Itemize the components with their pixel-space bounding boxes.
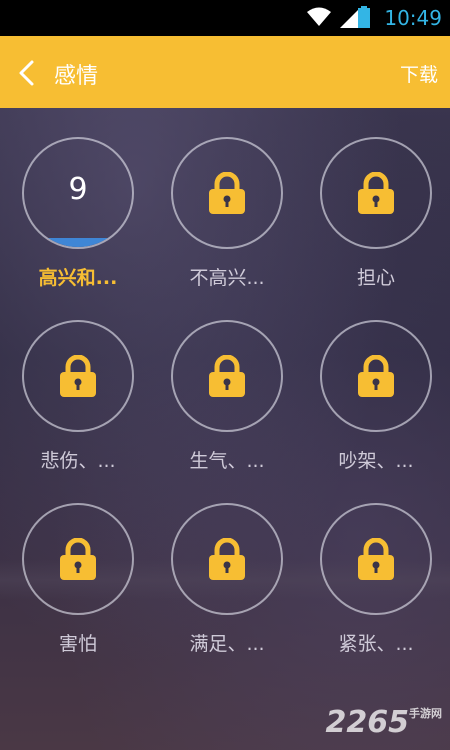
category-tile[interactable]: 悲伤、...	[8, 320, 148, 500]
lock-icon	[209, 355, 245, 397]
wifi-icon	[307, 7, 331, 26]
category-tile[interactable]: 满足、...	[157, 503, 297, 683]
locked-category-circle[interactable]	[22, 320, 134, 432]
category-tile[interactable]: 9 高兴和...	[8, 137, 148, 317]
category-label: 高兴和...	[38, 267, 118, 289]
lock-icon	[358, 172, 394, 214]
locked-category-circle[interactable]	[320, 503, 432, 615]
download-button[interactable]: 下载	[400, 60, 438, 87]
lock-icon	[209, 172, 245, 214]
category-tile[interactable]: 吵架、...	[306, 320, 446, 500]
status-time: 10:49	[384, 6, 442, 30]
category-tile[interactable]: 紧张、...	[306, 503, 446, 683]
category-count: 9	[68, 171, 88, 207]
locked-category-circle[interactable]	[320, 137, 432, 249]
locked-category-circle[interactable]	[22, 503, 134, 615]
lock-icon	[358, 355, 394, 397]
category-tile[interactable]: 害怕	[8, 503, 148, 683]
category-label: 不高兴...	[189, 267, 265, 289]
back-arrow-icon[interactable]	[10, 56, 44, 90]
page-title: 感情	[54, 64, 99, 89]
locked-category-circle[interactable]	[171, 320, 283, 432]
lock-icon	[60, 355, 96, 397]
watermark-logo: 2265手游网	[325, 705, 443, 740]
progress-fill	[24, 238, 132, 247]
category-label: 吵架、...	[338, 450, 414, 472]
category-tile[interactable]: 不高兴...	[157, 137, 297, 317]
category-label: 满足、...	[189, 633, 265, 655]
locked-category-circle[interactable]	[171, 503, 283, 615]
signal-icon	[340, 10, 358, 28]
category-label: 生气、...	[189, 450, 265, 472]
battery-icon	[358, 6, 370, 28]
status-bar: 10:49	[0, 0, 450, 36]
category-label: 担心	[356, 267, 395, 289]
category-label: 悲伤、...	[40, 450, 116, 472]
category-label: 害怕	[58, 633, 97, 655]
lock-icon	[209, 538, 245, 580]
lock-icon	[358, 538, 394, 580]
category-progress-circle[interactable]: 9	[22, 137, 134, 249]
lock-icon	[60, 538, 96, 580]
app-header: 感情 下载	[0, 36, 450, 108]
locked-category-circle[interactable]	[320, 320, 432, 432]
category-tile[interactable]: 担心	[306, 137, 446, 317]
category-tile[interactable]: 生气、...	[157, 320, 297, 500]
category-label: 紧张、...	[338, 633, 414, 655]
locked-category-circle[interactable]	[171, 137, 283, 249]
